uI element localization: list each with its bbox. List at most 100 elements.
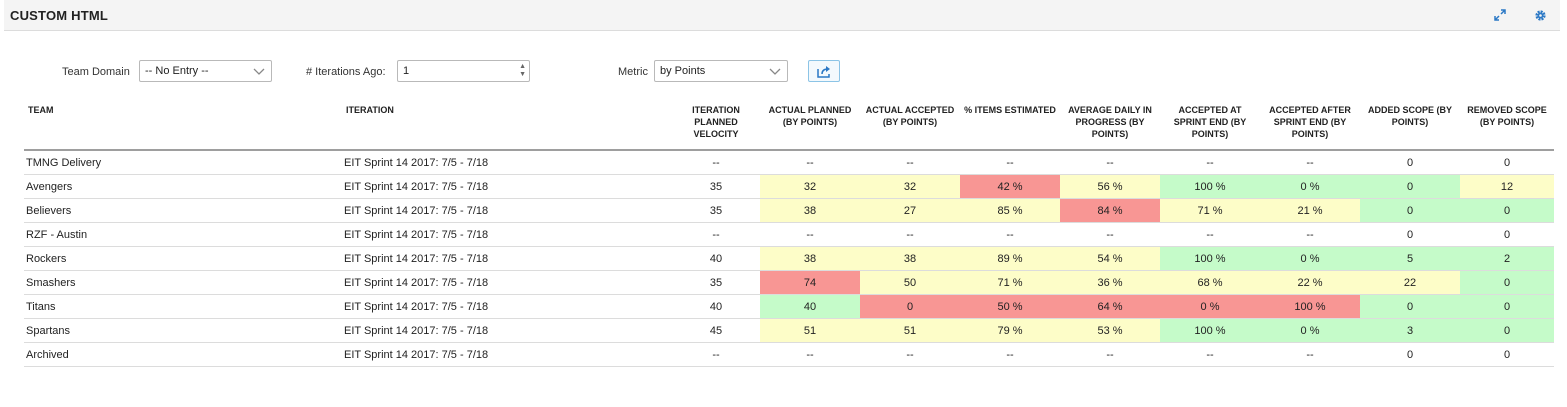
metric-cell: 100 % (1260, 294, 1360, 319)
expand-icon[interactable] (1492, 7, 1508, 23)
metric-cell: -- (1060, 150, 1160, 175)
iteration-cell: EIT Sprint 14 2017: 7/5 - 7/18 (342, 342, 672, 367)
metric-cell: 27 (860, 198, 960, 223)
column-header[interactable]: ACTUAL PLANNED (BY POINTS) (760, 104, 860, 151)
metric-cell: -- (860, 222, 960, 247)
metric-cell: 100 % (1160, 246, 1260, 271)
metric-cell: 51 (760, 318, 860, 343)
team-domain-label: Team Domain (62, 66, 130, 78)
metric-cell: 50 % (960, 294, 1060, 319)
table-row: Archived EIT Sprint 14 2017: 7/5 - 7/18 --… (24, 342, 1554, 367)
export-icon (817, 65, 830, 78)
metric-cell: 0 (1360, 198, 1460, 223)
stepper-arrows-icon[interactable]: ▲ ▼ (519, 63, 526, 79)
metric-cell: 0 (1460, 270, 1554, 295)
metric-cell: -- (860, 150, 960, 175)
column-header[interactable]: TEAM (24, 104, 342, 151)
export-button[interactable] (808, 60, 840, 82)
metric-cell: 38 (760, 198, 860, 223)
column-header[interactable]: ITERATION (342, 104, 672, 151)
team-domain-select[interactable]: -- No Entry -- (139, 60, 272, 82)
team-name-cell: RZF - Austin (24, 222, 342, 247)
column-header[interactable]: ADDED SCOPE (BY POINTS) (1360, 104, 1460, 151)
metric-cell: 5 (1360, 246, 1460, 271)
iteration-cell: EIT Sprint 14 2017: 7/5 - 7/18 (342, 222, 672, 247)
iteration-cell: EIT Sprint 14 2017: 7/5 - 7/18 (342, 174, 672, 199)
table-row: Believers EIT Sprint 14 2017: 7/5 - 7/18 3… (24, 198, 1554, 223)
metric-cell: -- (672, 150, 760, 175)
metric-cell: 0 (1460, 222, 1554, 247)
metric-cell: 12 (1460, 174, 1554, 199)
column-header[interactable]: ITERATION PLANNED VELOCITY (672, 104, 760, 151)
table-row: TMNG Delivery EIT Sprint 14 2017: 7/5 - 7… (24, 150, 1554, 175)
metric-cell: -- (1260, 222, 1360, 247)
metric-cell: 3 (1360, 318, 1460, 343)
metric-cell: 22 % (1260, 270, 1360, 295)
metric-cell: 79 % (960, 318, 1060, 343)
metric-select[interactable]: by Points (654, 60, 788, 82)
metric-cell: 0 % (1260, 318, 1360, 343)
metric-cell: -- (860, 342, 960, 367)
metric-cell: 0 % (1160, 294, 1260, 319)
iteration-cell: EIT Sprint 14 2017: 7/5 - 7/18 (342, 198, 672, 223)
metric-cell: 40 (672, 246, 760, 271)
iterations-ago-label: # Iterations Ago: (306, 66, 386, 78)
iterations-ago-stepper[interactable]: 1 ▲ ▼ (397, 60, 530, 82)
chevron-down-icon (253, 68, 265, 75)
metric-cell: 40 (672, 294, 760, 319)
metric-label: Metric (618, 66, 648, 78)
team-name-cell: Smashers (24, 270, 342, 295)
metric-cell: 40 (760, 294, 860, 319)
metric-cell: -- (1160, 222, 1260, 247)
metric-cell: 0 % (1260, 174, 1360, 199)
metric-cell: 2 (1460, 246, 1554, 271)
metric-cell: 85 % (960, 198, 1060, 223)
metric-cell: 0 (1460, 294, 1554, 319)
column-header[interactable]: AVERAGE DAILY IN PROGRESS (BY POINTS) (1060, 104, 1160, 151)
metric-cell: 21 % (1260, 198, 1360, 223)
team-name-cell: Rockers (24, 246, 342, 271)
metric-cell: -- (1060, 222, 1160, 247)
team-name-cell: Archived (24, 342, 342, 367)
team-name-cell: Titans (24, 294, 342, 319)
gear-icon[interactable] (1532, 7, 1548, 23)
metric-cell: -- (760, 342, 860, 367)
table-row: Smashers EIT Sprint 14 2017: 7/5 - 7/18 35… (24, 270, 1554, 295)
metric-cell: -- (1160, 150, 1260, 175)
column-header[interactable]: REMOVED SCOPE (BY POINTS) (1460, 104, 1554, 151)
metric-cell: 54 % (1060, 246, 1160, 271)
column-header[interactable]: ACCEPTED AT SPRINT END (BY POINTS) (1160, 104, 1260, 151)
metric-cell: 22 (1360, 270, 1460, 295)
iteration-cell: EIT Sprint 14 2017: 7/5 - 7/18 (342, 246, 672, 271)
metric-cell: 35 (672, 270, 760, 295)
metric-cell: 0 (1360, 294, 1460, 319)
metric-cell: -- (672, 222, 760, 247)
metric-cell: 36 % (1060, 270, 1160, 295)
panel-header: CUSTOM HTML (4, 0, 1560, 31)
iteration-cell: EIT Sprint 14 2017: 7/5 - 7/18 (342, 294, 672, 319)
column-header[interactable]: ACCEPTED AFTER SPRINT END (BY POINTS) (1260, 104, 1360, 151)
column-header[interactable]: % ITEMS ESTIMATED (960, 104, 1060, 151)
metric-cell: -- (1160, 342, 1260, 367)
metric-cell: 35 (672, 198, 760, 223)
panel-title: CUSTOM HTML (10, 8, 109, 23)
metric-cell: 51 (860, 318, 960, 343)
filter-bar: Team Domain -- No Entry -- # Iterations … (0, 58, 1567, 86)
team-metrics-table: TEAM ITERATION ITERATION PLANNED VELOCITY A… (24, 104, 1554, 367)
metric-cell: 68 % (1160, 270, 1260, 295)
table-row: Avengers EIT Sprint 14 2017: 7/5 - 7/18 35… (24, 174, 1554, 199)
metric-cell: 89 % (960, 246, 1060, 271)
table-row: RZF - Austin EIT Sprint 14 2017: 7/5 - 7/… (24, 222, 1554, 247)
metric-cell: 71 % (1160, 198, 1260, 223)
table-row: Rockers EIT Sprint 14 2017: 7/5 - 7/18 40 3… (24, 246, 1554, 271)
column-header[interactable]: ACTUAL ACCEPTED (BY POINTS) (860, 104, 960, 151)
metric-cell: 0 (1460, 150, 1554, 175)
iteration-cell: EIT Sprint 14 2017: 7/5 - 7/18 (342, 270, 672, 295)
metric-cell: -- (960, 342, 1060, 367)
metric-cell: -- (960, 150, 1060, 175)
metric-cell: 32 (860, 174, 960, 199)
table-row: Titans EIT Sprint 14 2017: 7/5 - 7/18 40 40… (24, 294, 1554, 319)
metric-cell: 0 % (1260, 246, 1360, 271)
table-body: TMNG Delivery EIT Sprint 14 2017: 7/5 - 7… (24, 150, 1554, 367)
metric-cell: 0 (1460, 318, 1554, 343)
